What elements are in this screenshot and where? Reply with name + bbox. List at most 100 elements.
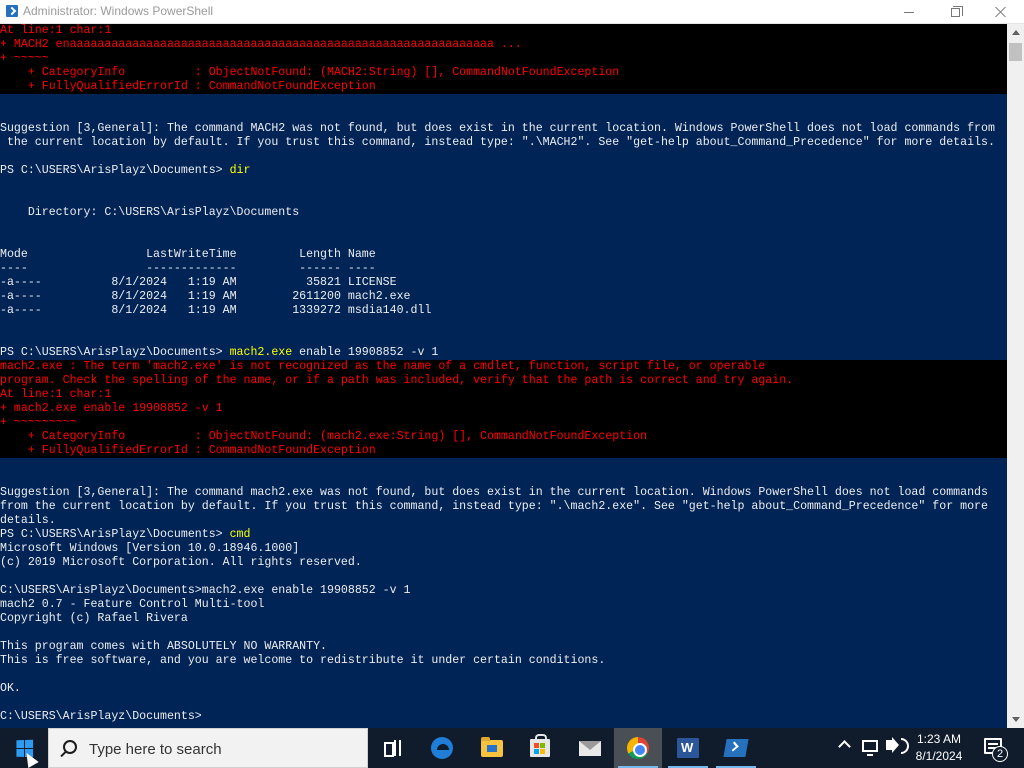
minimize-button[interactable] [886, 0, 932, 24]
title-bar: Administrator: Windows PowerShell [0, 0, 1024, 24]
network-icon[interactable] [862, 740, 878, 756]
console-line-text: C:\USERS\ArisPlayz\Documents> [0, 710, 202, 723]
console-line: ---- ------------- ------ ---- [0, 262, 1007, 276]
taskbar-store-button[interactable] [516, 728, 564, 768]
console-line-text: C:\USERS\ArisPlayz\Documents>mach2.exe e… [0, 584, 411, 597]
console-line: PS C:\USERS\ArisPlayz\Documents> dir [0, 164, 1007, 178]
scroll-down-arrow[interactable] [1007, 711, 1024, 728]
console-command-args: enable 19908852 -v 1 [292, 346, 439, 359]
console-line: This program comes with ABSOLUTELY NO WA… [0, 640, 1007, 654]
console-line: the current location by default. If you … [0, 136, 1007, 150]
taskbar-word-button[interactable] [664, 728, 712, 768]
console-line-text: -a---- 8/1/2024 1:19 AM 2611200 mach2.ex… [0, 290, 411, 303]
console-command: cmd [229, 528, 251, 541]
console-line-text: + mach2.exe enable 19908852 -v 1 [0, 402, 223, 415]
notification-badge: 2 [992, 746, 1008, 762]
taskbar: Type here to search 1:23 AM 8/1/2024 2 [0, 728, 1024, 768]
task-view-icon [383, 740, 401, 757]
console-line-text: + CategoryInfo : ObjectNotFound: (MACH2:… [0, 66, 620, 79]
folder-icon [481, 736, 503, 757]
console-error-line: + mach2.exe enable 19908852 -v 1 [0, 402, 1007, 416]
console-line-text: At line:1 char:1 [0, 24, 112, 37]
console-line-text: -a---- 8/1/2024 1:19 AM 1339272 msdia140… [0, 304, 432, 317]
console-line: (c) 2019 Microsoft Corporation. All righ… [0, 556, 1007, 570]
console-command: dir [229, 164, 251, 177]
close-button[interactable] [978, 0, 1024, 24]
console-line-text: (c) 2019 Microsoft Corporation. All righ… [0, 556, 362, 569]
show-hidden-icons-chevron-icon[interactable] [838, 740, 851, 753]
scroll-thumb[interactable] [1009, 43, 1022, 61]
console-line: details. [0, 514, 1007, 528]
console-command: mach2.exe [229, 346, 293, 359]
taskbar-powershell-button[interactable] [712, 728, 760, 768]
clock-time: 1:23 AM [916, 732, 962, 746]
console-error-line: At line:1 char:1 [0, 24, 1007, 38]
search-icon [63, 740, 77, 754]
console-line-text: + MACH2 enaaaaaaaaaaaaaaaaaaaaaaaaaaaaaa… [0, 38, 522, 51]
console-line-text: This is free software, and you are welco… [0, 654, 606, 667]
console-line: Directory: C:\USERS\ArisPlayz\Documents [0, 206, 1007, 220]
powershell-icon [723, 739, 749, 757]
taskbar-chrome-button[interactable] [614, 728, 662, 768]
mail-icon [579, 740, 601, 756]
console-line: PS C:\USERS\ArisPlayz\Documents> cmd [0, 528, 1007, 542]
scroll-up-arrow[interactable] [1007, 24, 1024, 41]
console-line-text: PS C:\USERS\ArisPlayz\Documents> [0, 528, 230, 541]
console-line: from the current location by default. If… [0, 500, 1007, 514]
console-error-line: + ~~~~~~~~~ [0, 416, 1007, 430]
powershell-icon [6, 5, 18, 17]
console-line-text: mach2 0.7 - Feature Control Multi-tool [0, 598, 265, 611]
taskbar-edge-button[interactable] [418, 728, 466, 768]
clock[interactable]: 1:23 AM 8/1/2024 [910, 731, 968, 765]
console-output[interactable]: At line:1 char:1 + MACH2 enaaaaaaaaaaaaaa… [0, 24, 1007, 728]
minimize-icon [904, 11, 914, 13]
console-line: Mode LastWriteTime Length Name [0, 248, 1007, 262]
console-line: Suggestion [3,General]: The command MACH… [0, 122, 1007, 136]
console-line-text: Mode LastWriteTime Length Name [0, 248, 376, 261]
console-line-text: the current location by default. If you … [0, 136, 995, 149]
taskbar-file-explorer-button[interactable] [468, 728, 516, 768]
console-line-text: + ~~~~~~~~~ [0, 416, 77, 429]
restore-icon [950, 5, 963, 17]
console-line-text: PS C:\USERS\ArisPlayz\Documents> [0, 164, 230, 177]
console-line-text: + ~~~~~ [0, 52, 49, 65]
console-line: Microsoft Windows [Version 10.0.18946.10… [0, 542, 1007, 556]
taskbar-mail-button[interactable] [566, 728, 614, 768]
maximize-button[interactable] [932, 0, 978, 24]
console-line-text: Copyright (c) Rafael Rivera [0, 612, 188, 625]
console-line: OK. [0, 682, 1007, 696]
console-line-text: mach2.exe : The term 'mach2.exe' is not … [0, 360, 766, 373]
clock-date: 8/1/2024 [915, 749, 963, 763]
taskbar-task-view-button[interactable] [368, 728, 416, 768]
window-title: Administrator: Windows PowerShell [23, 4, 214, 18]
console-error-line: + ~~~~~ [0, 52, 1007, 66]
volume-icon[interactable] [886, 737, 909, 754]
console-line-text: details. [0, 514, 56, 527]
console-error-line: + FullyQualifiedErrorId : CommandNotFoun… [0, 80, 1007, 94]
console-line: -a---- 8/1/2024 1:19 AM 2611200 mach2.ex… [0, 290, 1007, 304]
console-line-text: Suggestion [3,General]: The command MACH… [0, 122, 995, 135]
console-line: C:\USERS\ArisPlayz\Documents> [0, 710, 1007, 724]
console-line-text: Suggestion [3,General]: The command mach… [0, 486, 988, 499]
console-line-text: This program comes with ABSOLUTELY NO WA… [0, 640, 327, 653]
console-line: Suggestion [3,General]: The command mach… [0, 486, 1007, 500]
console-line-text: + CategoryInfo : ObjectNotFound: (mach2.… [0, 430, 648, 443]
vertical-scrollbar[interactable] [1007, 24, 1024, 728]
search-box[interactable]: Type here to search [48, 728, 368, 768]
console-line-text: + FullyQualifiedErrorId : CommandNotFoun… [0, 80, 376, 93]
console-line: C:\USERS\ArisPlayz\Documents>mach2.exe e… [0, 584, 1007, 598]
console-error-line: mach2.exe : The term 'mach2.exe' is not … [0, 360, 1007, 374]
console-error-line: + MACH2 enaaaaaaaaaaaaaaaaaaaaaaaaaaaaaa… [0, 38, 1007, 52]
console-line-text: Microsoft Windows [Version 10.0.18946.10… [0, 542, 300, 555]
console-line-text: -a---- 8/1/2024 1:19 AM 35821 LICENSE [0, 276, 397, 289]
